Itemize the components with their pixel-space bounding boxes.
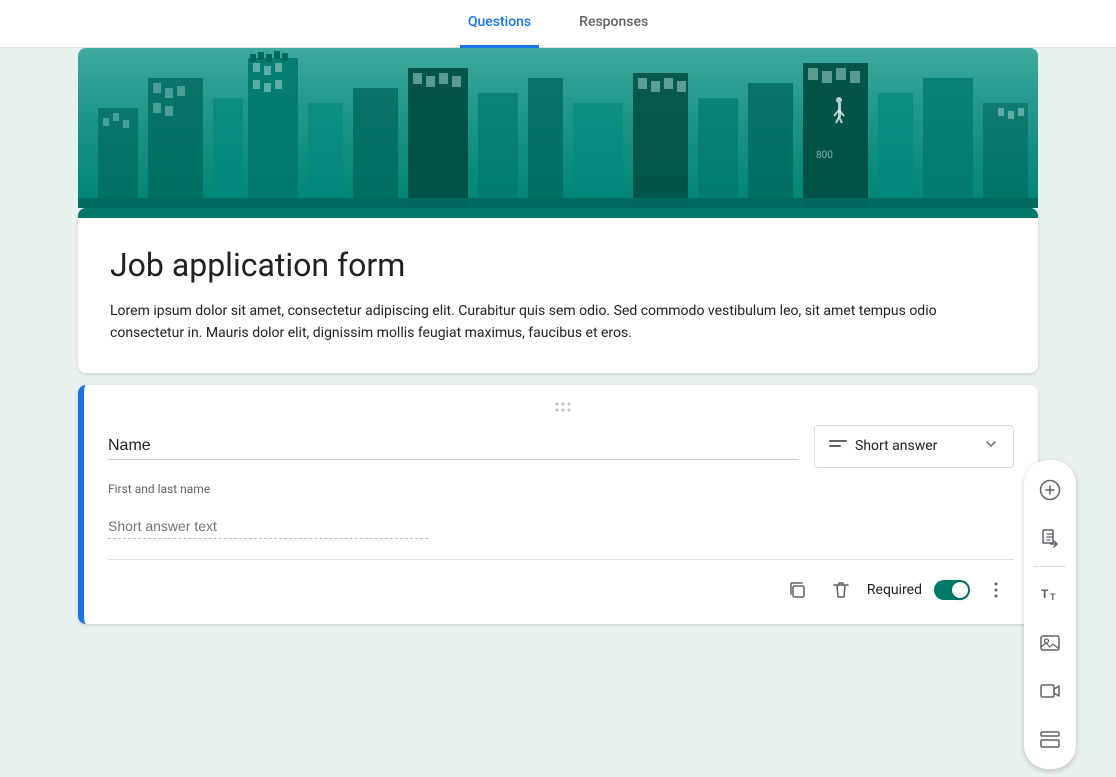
add-video-button[interactable] xyxy=(1028,669,1072,713)
toggle-track[interactable] xyxy=(934,580,970,600)
hero-banner: 800 xyxy=(78,48,1038,208)
tab-responses[interactable]: Responses xyxy=(571,0,656,48)
answer-type-dropdown[interactable]: Short answer xyxy=(814,425,1014,468)
tab-questions[interactable]: Questions xyxy=(460,0,539,48)
question-input-wrapper xyxy=(108,433,798,460)
answer-type-label: Short answer xyxy=(855,438,975,454)
right-sidebar: T T xyxy=(1024,460,1076,769)
question-top-row: Short answer xyxy=(108,425,1014,468)
short-answer-icon xyxy=(829,436,847,457)
form-title: Job application form xyxy=(110,246,1006,284)
import-questions-button[interactable] xyxy=(1028,516,1072,560)
form-area: Job application form Lorem ipsum dolor s… xyxy=(0,208,1116,644)
add-section-button[interactable] xyxy=(1028,717,1072,761)
required-label: Required xyxy=(867,582,922,598)
svg-text:800: 800 xyxy=(816,150,833,161)
question-helper-text: First and last name xyxy=(108,480,1014,498)
question-name-input[interactable] xyxy=(108,433,798,460)
required-toggle[interactable] xyxy=(934,580,970,600)
form-description: Lorem ipsum dolor sit amet, consectetur … xyxy=(110,300,1006,345)
hero-illustration: 800 xyxy=(78,48,1038,208)
dropdown-arrow-icon xyxy=(983,436,999,457)
svg-text:T: T xyxy=(1041,587,1049,601)
question-card: Short answer First and last name xyxy=(78,385,1038,624)
card-toolbar: Required xyxy=(108,572,1014,608)
banner-wrapper: 800 xyxy=(0,48,1116,208)
short-answer-field[interactable] xyxy=(108,514,428,539)
toggle-thumb xyxy=(952,582,968,598)
add-image-button[interactable] xyxy=(1028,621,1072,665)
top-nav: Questions Responses xyxy=(0,0,1116,48)
more-options-button[interactable] xyxy=(978,572,1014,608)
delete-button[interactable] xyxy=(823,572,859,608)
duplicate-button[interactable] xyxy=(779,572,815,608)
card-divider xyxy=(108,559,1014,560)
title-card: Job application form Lorem ipsum dolor s… xyxy=(78,208,1038,373)
add-title-button[interactable]: T T xyxy=(1028,573,1072,617)
sidebar-divider-1 xyxy=(1034,566,1066,567)
drag-handle[interactable] xyxy=(108,401,1014,413)
svg-text:T: T xyxy=(1050,592,1056,602)
page-wrapper: Questions Responses xyxy=(0,0,1116,777)
content-scroll: 800 xyxy=(0,48,1116,644)
add-question-button[interactable] xyxy=(1028,468,1072,512)
